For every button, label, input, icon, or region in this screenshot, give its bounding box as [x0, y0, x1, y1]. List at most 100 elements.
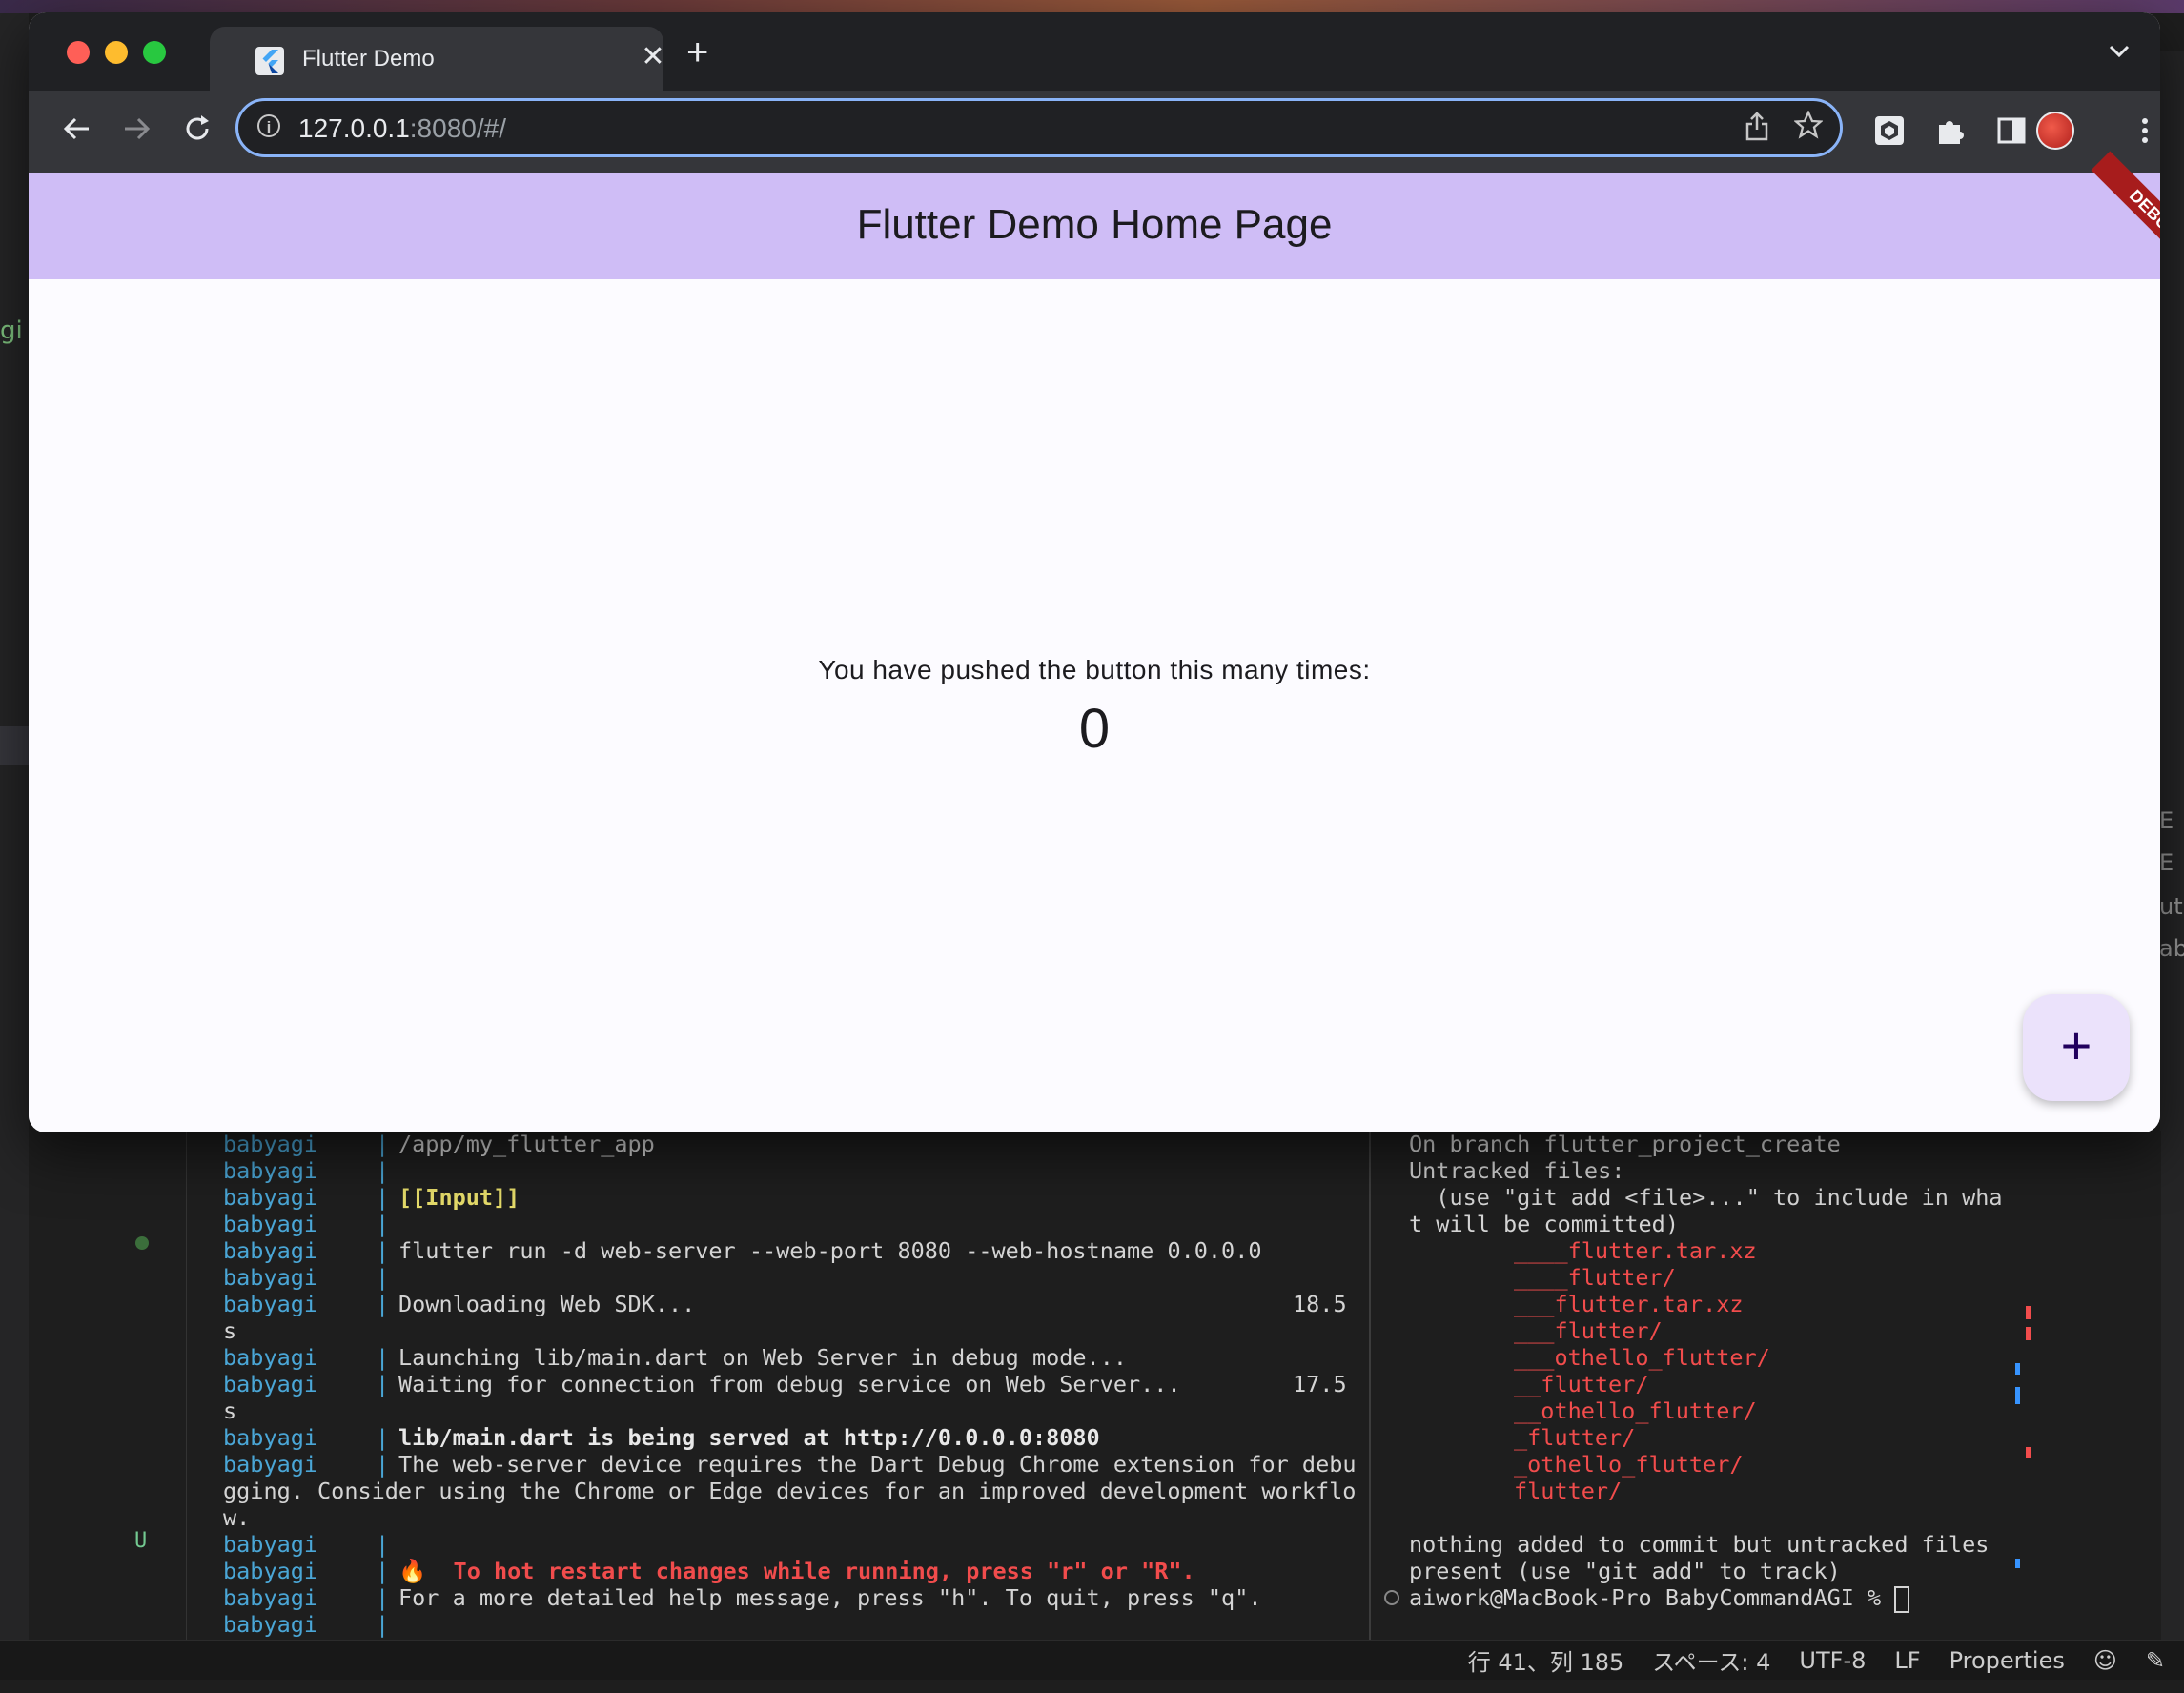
side-panel-icon[interactable]	[1994, 113, 2029, 148]
back-arrow-icon[interactable]	[55, 108, 97, 150]
tab-flutter-demo[interactable]: Flutter Demo ✕	[210, 27, 665, 91]
untracked-file: _othello_flutter/	[1514, 1451, 1744, 1478]
ide-side-panel	[0, 13, 29, 1653]
app-body: You have pushed the button this many tim…	[29, 279, 2160, 1132]
url-path: :8080/#/	[409, 113, 506, 143]
terminal-line: babyagi | /app/my_flutter_app	[187, 1131, 1369, 1157]
terminal-container-name: babyagi	[223, 1291, 318, 1317]
terminal-message: The web-server device requires the Dart …	[398, 1451, 1357, 1478]
terminal-side-gutter	[2031, 1131, 2161, 1640]
shell-prompt-line[interactable]: aiwork@MacBook-Pro BabyCommandAGI %	[1371, 1584, 2029, 1613]
tab-search-chevron-icon[interactable]	[2109, 39, 2130, 64]
terminal-message: /app/my_flutter_app	[398, 1131, 655, 1157]
terminal-output-right[interactable]: On branch flutter_project_create Untracke…	[1371, 1131, 2029, 1640]
git-status-line: t will be committed)	[1409, 1211, 1679, 1237]
untracked-file: ___flutter.tar.xz	[1514, 1291, 1744, 1317]
terminal-container-name: babyagi	[223, 1237, 318, 1264]
git-status-line: (use "git add <file>..." to include in w…	[1409, 1184, 2003, 1211]
terminal-duration: 17.5	[1293, 1371, 1347, 1397]
site-info-icon[interactable]: i	[257, 114, 280, 137]
counter-label: You have pushed the button this many tim…	[818, 655, 1371, 684]
terminal-container-name: babyagi	[223, 1264, 318, 1291]
terminal-line: babyagi |	[187, 1264, 1369, 1291]
shell-prompt: aiwork@MacBook-Pro BabyCommandAGI %	[1409, 1584, 1895, 1611]
terminal-line-continuation: s	[223, 1397, 237, 1424]
terminal-line: s	[187, 1397, 1369, 1424]
address-bar[interactable]: i 127.0.0.1:8080/#/	[235, 98, 1843, 157]
terminal-message: flutter run -d web-server --web-port 808…	[398, 1237, 1262, 1264]
terminal-line: babyagi | Downloading Web SDK... 18.5	[187, 1291, 1369, 1317]
reload-icon[interactable]	[177, 108, 219, 150]
git-untracked-marker: U	[134, 1529, 148, 1553]
git-status-line: Untracked files:	[1409, 1157, 1625, 1184]
scroll-marker	[2026, 1327, 2031, 1340]
new-tab-button[interactable]: +	[686, 33, 708, 71]
terminal-cursor	[1894, 1585, 1910, 1613]
terminal-message: Waiting for connection from debug servic…	[398, 1371, 1181, 1397]
untracked-file: _flutter/	[1514, 1424, 1636, 1451]
status-language-mode[interactable]: Properties	[1949, 1647, 2065, 1674]
close-window-button[interactable]	[67, 41, 90, 64]
browser-window: Flutter Demo ✕ + i 127.0.0.1:8080/#/ Flu…	[29, 12, 2160, 1132]
ide-right-fragment: utc	[2159, 893, 2184, 920]
terminal-line: babyagi | Waiting for connection from debu…	[187, 1371, 1369, 1397]
share-icon[interactable]	[1745, 111, 1769, 149]
terminal-line: w.	[187, 1504, 1369, 1531]
terminal-line: babyagi | [[Input]]	[187, 1184, 1369, 1211]
terminal-duration: 18.5	[1293, 1291, 1347, 1317]
feedback-icon[interactable]: ✎	[2146, 1647, 2165, 1674]
terminal-container-name: babyagi	[223, 1131, 318, 1157]
extensions-puzzle-icon[interactable]	[1933, 113, 1968, 148]
status-indentation[interactable]: スペース: 4	[1652, 1643, 1770, 1677]
scroll-marker	[2015, 1363, 2020, 1375]
git-status-line: nothing added to commit but untracked fi…	[1409, 1531, 1990, 1558]
terminal-separator: |	[376, 1424, 390, 1451]
terminal-container-name: babyagi	[223, 1531, 318, 1558]
terminal-message: [[Input]]	[398, 1184, 520, 1211]
terminal-container-name: babyagi	[223, 1558, 318, 1584]
git-status-line: present (use "git add" to track)	[1409, 1558, 1841, 1584]
terminal-separator: |	[376, 1131, 390, 1157]
ide-left-fragment: gi	[0, 316, 23, 345]
page-title: Flutter Demo Home Page	[856, 201, 1333, 248]
scroll-marker	[2026, 1306, 2031, 1319]
ide-right-fragment: E	[2159, 849, 2174, 876]
ide-right-fragment: E	[2159, 807, 2174, 834]
tab-title: Flutter Demo	[302, 46, 435, 71]
terminal-separator: |	[376, 1451, 390, 1478]
close-tab-icon[interactable]: ✕	[639, 40, 667, 73]
terminal-separator: |	[376, 1291, 390, 1317]
copilot-icon[interactable]: ☺	[2093, 1647, 2117, 1674]
browser-toolbar: i 127.0.0.1:8080/#/	[29, 91, 2160, 173]
terminal-separator: |	[376, 1531, 390, 1558]
terminal-separator: |	[376, 1584, 390, 1611]
terminal-separator: |	[376, 1264, 390, 1291]
profile-avatar[interactable]	[2036, 112, 2074, 150]
terminal-separator: |	[376, 1371, 390, 1397]
url-text[interactable]: 127.0.0.1:8080/#/	[298, 113, 506, 144]
url-host: 127.0.0.1	[298, 113, 410, 143]
terminal-separator: |	[376, 1237, 390, 1264]
untracked-file: ___flutter/	[1514, 1317, 1663, 1344]
command-decoration-icon	[1384, 1590, 1399, 1605]
extension-devtools-icon[interactable]	[1872, 113, 1907, 148]
terminal-message: lib/main.dart is being served at http://…	[398, 1424, 1100, 1451]
terminal-separator: |	[376, 1157, 390, 1184]
terminal-container-name: babyagi	[223, 1157, 318, 1184]
status-cursor-position[interactable]: 行 41、列 185	[1468, 1643, 1624, 1677]
status-encoding[interactable]: UTF-8	[1799, 1647, 1866, 1674]
status-eol[interactable]: LF	[1894, 1647, 1920, 1674]
terminal-container-name: babyagi	[223, 1584, 318, 1611]
increment-button[interactable]: +	[2023, 994, 2130, 1101]
zoom-window-button[interactable]	[143, 41, 166, 64]
forward-arrow-icon[interactable]	[116, 108, 158, 150]
terminal-line: s	[187, 1317, 1369, 1344]
terminal-output-left[interactable]: babyagi |/app/my_flutter_app babyagi | babya…	[187, 1131, 1369, 1640]
terminal-line-continuation: s	[223, 1317, 237, 1344]
terminal-line: babyagi |	[187, 1531, 1369, 1558]
browser-menu-icon[interactable]	[2128, 113, 2160, 148]
minimize-window-button[interactable]	[105, 41, 128, 64]
scroll-marker	[2015, 1559, 2020, 1568]
bookmark-star-icon[interactable]	[1793, 110, 1824, 147]
ide-right-fragment: abl	[2159, 935, 2184, 962]
